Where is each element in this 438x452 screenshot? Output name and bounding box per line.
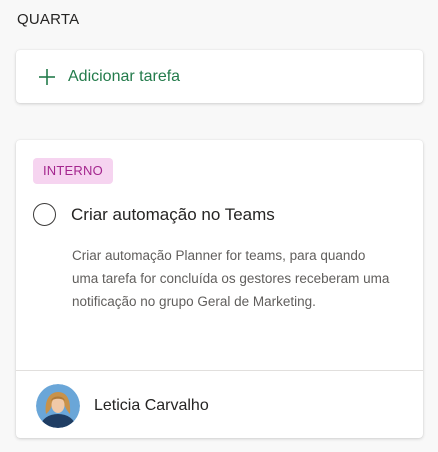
add-task-button[interactable]: Adicionar tarefa — [16, 50, 423, 103]
card-divider — [16, 370, 423, 371]
assignee[interactable]: Leticia Carvalho — [36, 384, 209, 428]
task-title-row: Criar automação no Teams — [33, 203, 275, 226]
complete-task-checkbox[interactable] — [33, 203, 56, 226]
column-title: QUARTA — [17, 11, 80, 28]
task-description: Criar automação Planner for teams, para … — [72, 248, 390, 309]
add-task-label: Adicionar tarefa — [68, 67, 181, 85]
assignee-name: Leticia Carvalho — [94, 397, 209, 414]
task-card[interactable]: INTERNO Criar automação no Teams Criar a… — [16, 140, 423, 438]
label-badge[interactable]: INTERNO — [33, 158, 113, 184]
avatar[interactable] — [36, 384, 80, 428]
task-title[interactable]: Criar automação no Teams — [71, 205, 275, 225]
plus-icon — [39, 68, 55, 85]
